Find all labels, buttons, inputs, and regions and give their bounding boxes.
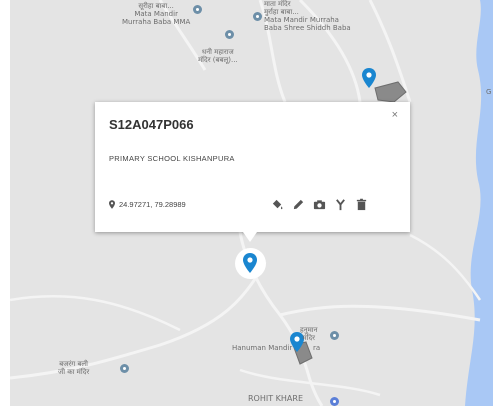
river (465, 0, 493, 406)
poi-marker-icon[interactable] (225, 30, 234, 39)
branch-icon[interactable] (333, 197, 347, 211)
close-button[interactable]: × (392, 109, 398, 121)
map-label: ra (313, 344, 321, 352)
map-label: धनी महाराज मंदिर (बबलू)... (198, 48, 238, 64)
paint-bucket-icon[interactable] (270, 197, 284, 211)
map-label: Hanuman Mandir (232, 344, 293, 352)
camera-icon[interactable] (312, 197, 326, 211)
popup-title: S12A047P066 (109, 117, 194, 132)
popup-subtitle: PRIMARY SCHOOL KISHANPURA (109, 154, 235, 163)
info-popup: S12A047P066 × PRIMARY SCHOOL KISHANPURA … (95, 102, 410, 242)
poi-marker-icon[interactable] (193, 5, 202, 14)
road (409, 233, 482, 301)
map-label: G (486, 88, 492, 96)
map-pin-icon (243, 253, 257, 273)
popup-coordinates: 24.97271, 79.28989 (109, 200, 186, 209)
trash-icon[interactable] (354, 197, 368, 211)
map-label: बजरंग बली जी का मंदिर (58, 360, 90, 376)
map-view[interactable]: सूरीहा बाबा... Mata Mandir Murraha Baba … (10, 0, 493, 406)
map-label: माता मंदिर मुर्राहा बाबा... Mata Mandir … (264, 0, 351, 32)
poi-marker-icon[interactable] (330, 397, 339, 406)
map-pin-icon[interactable] (362, 68, 376, 88)
road (239, 368, 381, 397)
map-label: हनुमान मंदिर (300, 326, 318, 342)
road (10, 295, 181, 332)
poi-marker-icon[interactable] (253, 12, 262, 21)
pencil-icon[interactable] (291, 197, 305, 211)
road (279, 304, 481, 322)
map-label: सूरीहा बाबा... Mata Mandir Murraha Baba … (122, 2, 191, 26)
poi-marker-icon[interactable] (120, 364, 129, 373)
location-pin-icon (109, 200, 115, 209)
poi-marker-icon[interactable] (330, 331, 339, 340)
map-label: ROHIT KHARE (248, 394, 304, 403)
coordinates-text: 24.97271, 79.28989 (119, 200, 186, 209)
selected-marker[interactable] (235, 248, 266, 279)
road (10, 261, 267, 380)
site-polygon[interactable] (374, 81, 407, 103)
popup-toolbar (270, 197, 368, 211)
